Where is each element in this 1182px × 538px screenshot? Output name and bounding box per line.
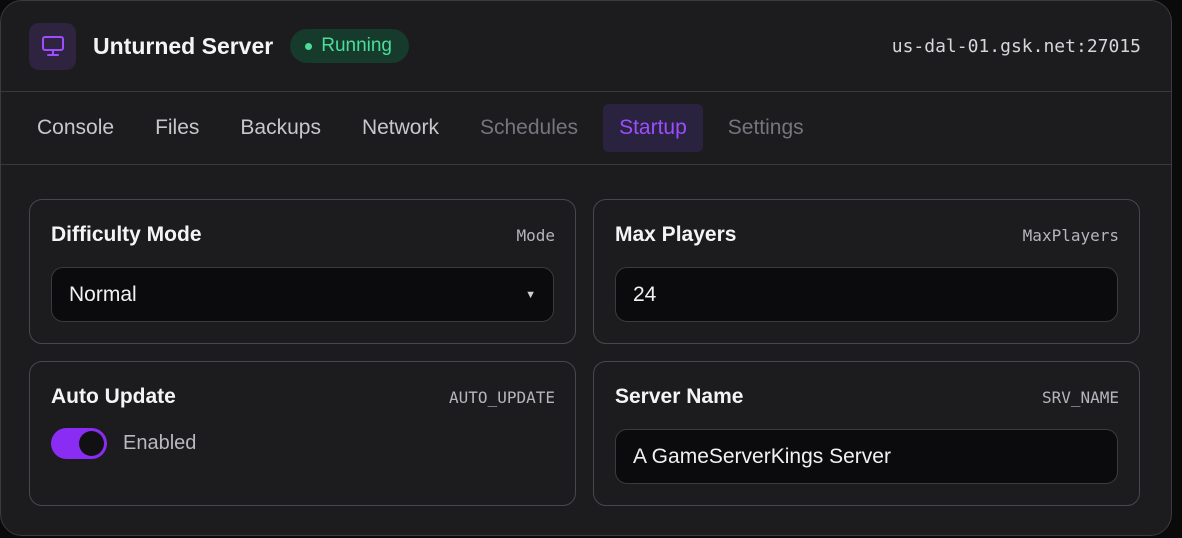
server-panel: Unturned Server Running us-dal-01.gsk.ne… xyxy=(0,0,1172,536)
status-dot-icon xyxy=(305,42,313,50)
page-title: Unturned Server xyxy=(93,32,274,59)
monitor-icon xyxy=(29,22,76,70)
server-name-input[interactable]: A GameServerKings Server xyxy=(615,429,1118,484)
server-name-label: Server Name xyxy=(615,385,744,408)
tab-settings[interactable]: Settings xyxy=(712,104,820,152)
auto-update-card: Auto Update AUTO_UPDATE Enabled xyxy=(29,361,576,506)
status-badge: Running xyxy=(290,29,409,63)
difficulty-mode-select[interactable]: Normal ▼ xyxy=(51,267,554,322)
auto-update-label: Auto Update xyxy=(51,385,176,408)
server-name-key: SRV_NAME xyxy=(1041,387,1119,407)
tab-bar: Console Files Backups Network Schedules … xyxy=(1,92,1171,165)
difficulty-mode-label: Difficulty Mode xyxy=(51,223,202,246)
chevron-down-icon: ▼ xyxy=(525,288,536,301)
auto-update-state: Enabled xyxy=(123,432,197,454)
max-players-key: MaxPlayers xyxy=(1022,225,1119,245)
difficulty-mode-card: Difficulty Mode Mode Normal ▼ xyxy=(29,199,576,344)
tab-backups[interactable]: Backups xyxy=(224,104,337,152)
server-name-card: Server Name SRV_NAME A GameServerKings S… xyxy=(593,361,1140,506)
max-players-value: 24 xyxy=(633,282,657,306)
toggle-knob xyxy=(79,431,104,456)
tab-startup[interactable]: Startup xyxy=(603,104,703,152)
max-players-input[interactable]: 24 xyxy=(615,267,1118,322)
max-players-card: Max Players MaxPlayers 24 xyxy=(593,199,1140,344)
server-address: us-dal-01.gsk.net:27015 xyxy=(891,35,1141,57)
difficulty-mode-key: Mode xyxy=(516,225,555,245)
auto-update-toggle[interactable] xyxy=(51,428,107,459)
tab-schedules[interactable]: Schedules xyxy=(464,104,594,152)
auto-update-key: AUTO_UPDATE xyxy=(449,387,555,407)
auto-update-row: Enabled xyxy=(51,428,196,459)
status-text: Running xyxy=(321,35,392,56)
difficulty-mode-value: Normal xyxy=(69,282,137,306)
tab-network[interactable]: Network xyxy=(346,104,455,152)
server-header: Unturned Server Running us-dal-01.gsk.ne… xyxy=(1,1,1171,92)
server-name-value: A GameServerKings Server xyxy=(633,444,891,468)
tab-console[interactable]: Console xyxy=(21,104,130,152)
max-players-label: Max Players xyxy=(615,223,737,246)
tab-files[interactable]: Files xyxy=(139,104,215,152)
